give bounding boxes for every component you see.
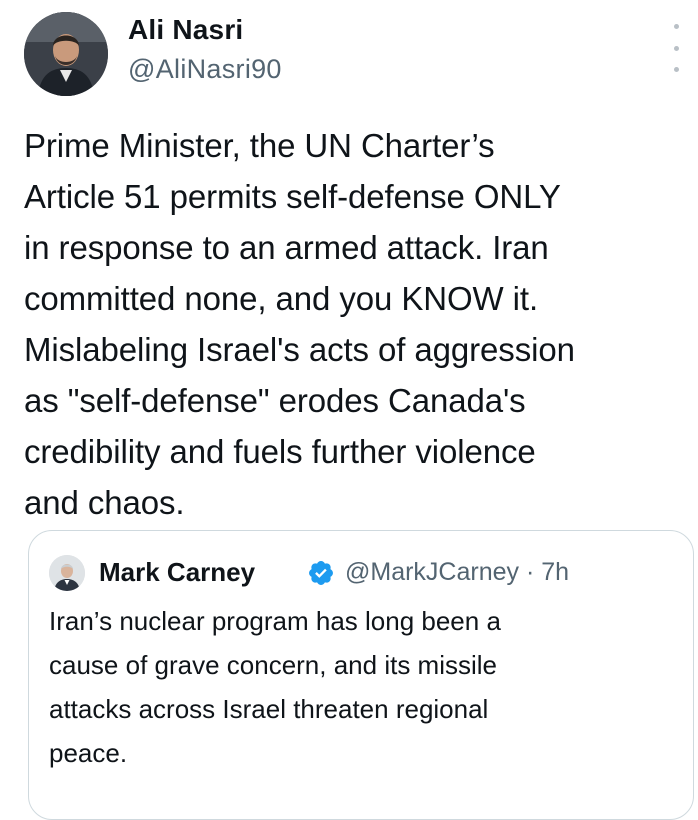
quoted-tweet-text: Iran’s nuclear program has long been a c… bbox=[49, 606, 501, 768]
author-avatar[interactable] bbox=[24, 12, 108, 96]
quoted-author-name[interactable]: Mark Carney bbox=[99, 557, 255, 588]
quoted-author-handle: @MarkJCarney · 7h bbox=[345, 558, 570, 586]
verified-badge-icon bbox=[309, 561, 333, 585]
quoted-author-avatar[interactable] bbox=[49, 555, 85, 591]
tweet: Ali Nasri @AliNasri90 Prime Minister, th… bbox=[0, 0, 698, 820]
author-handle[interactable]: @AliNasri90 bbox=[128, 54, 282, 85]
author-name[interactable]: Ali Nasri bbox=[128, 14, 243, 46]
more-vertical-icon[interactable] bbox=[664, 24, 688, 72]
quoted-tweet-card[interactable]: Mark Carney @MarkJCarney · 7h Iran’s nuc… bbox=[28, 530, 694, 820]
tweet-text: Prime Minister, the UN Charter’s Article… bbox=[24, 127, 575, 521]
